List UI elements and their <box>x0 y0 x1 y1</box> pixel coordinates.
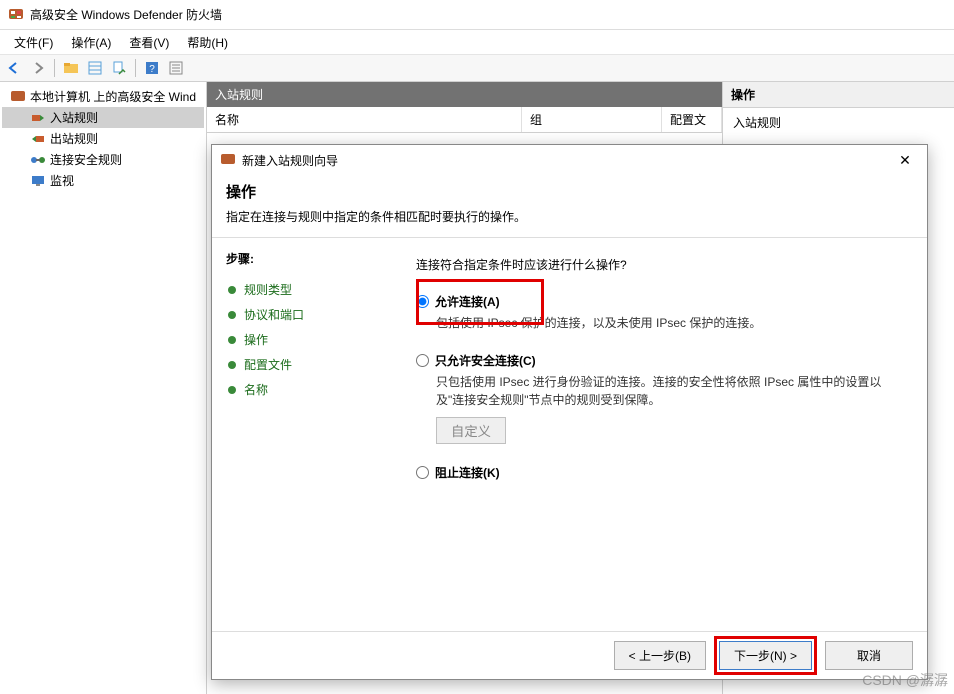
option-allow: 允许连接(A) 包括使用 IPsec 保护的连接，以及未使用 IPsec 保护的… <box>416 293 903 332</box>
highlight-next: 下一步(N) > <box>714 636 817 675</box>
wizard-subheading: 指定在连接与规则中指定的条件相匹配时要执行的操作。 <box>226 208 913 225</box>
label-block[interactable]: 阻止连接(K) <box>435 464 500 481</box>
toolbar-separator <box>54 59 55 77</box>
wizard-footer: < 上一步(B) 下一步(N) > 取消 <box>212 631 927 679</box>
cancel-button[interactable]: 取消 <box>825 641 913 670</box>
svg-text:?: ? <box>149 64 155 75</box>
step-profile[interactable]: 配置文件 <box>226 352 384 377</box>
next-button[interactable]: 下一步(N) > <box>719 641 812 670</box>
option-secure: 只允许安全连接(C) 只包括使用 IPsec 进行身份验证的连接。连接的安全性将… <box>416 352 903 444</box>
tree-inbound-rules[interactable]: 入站规则 <box>2 107 204 128</box>
window-title: 高级安全 Windows Defender 防火墙 <box>30 6 222 23</box>
wizard-icon <box>220 152 236 168</box>
actions-header: 操作 <box>723 82 954 108</box>
wizard-title: 新建入站规则向导 <box>242 152 338 169</box>
step-rule-type[interactable]: 规则类型 <box>226 277 384 302</box>
col-profile[interactable]: 配置文 <box>662 107 722 132</box>
help-icon[interactable]: ? <box>142 58 162 78</box>
wizard-titlebar: 新建入站规则向导 ✕ <box>212 145 927 175</box>
tree-outbound-rules[interactable]: 出站规则 <box>2 128 204 149</box>
tree-monitor[interactable]: 监视 <box>2 170 204 191</box>
label-allow[interactable]: 允许连接(A) <box>435 293 500 310</box>
option-block: 阻止连接(K) <box>416 464 903 481</box>
desc-allow: 包括使用 IPsec 保护的连接，以及未使用 IPsec 保护的连接。 <box>436 314 903 332</box>
actions-sub: 入站规则 <box>723 108 954 137</box>
menu-action[interactable]: 操作(A) <box>63 32 119 53</box>
tree-root[interactable]: 本地计算机 上的高级安全 Wind <box>2 86 204 107</box>
radio-secure[interactable] <box>416 354 429 367</box>
app-icon <box>8 7 24 23</box>
wizard-header: 操作 指定在连接与规则中指定的条件相匹配时要执行的操作。 <box>212 175 927 237</box>
menu-file[interactable]: 文件(F) <box>6 32 61 53</box>
wizard-dialog: 新建入站规则向导 ✕ 操作 指定在连接与规则中指定的条件相匹配时要执行的操作。 … <box>211 144 928 680</box>
details-icon[interactable] <box>166 58 186 78</box>
col-group[interactable]: 组 <box>522 107 662 132</box>
wizard-steps: 步骤: 规则类型 协议和端口 操作 配置文件 名称 <box>212 238 392 631</box>
connsec-icon <box>30 152 46 168</box>
window-titlebar: 高级安全 Windows Defender 防火墙 <box>0 0 954 30</box>
nav-tree: 本地计算机 上的高级安全 Wind 入站规则 出站规则 连接安全规则 监视 <box>0 82 207 694</box>
toolbar: ? <box>0 54 954 82</box>
monitor-icon <box>30 173 46 189</box>
menubar: 文件(F) 操作(A) 查看(V) 帮助(H) <box>0 30 954 54</box>
menu-view[interactable]: 查看(V) <box>121 32 177 53</box>
label-secure[interactable]: 只允许安全连接(C) <box>435 352 536 369</box>
bullet-icon <box>226 309 238 321</box>
forward-icon[interactable] <box>28 58 48 78</box>
bullet-icon <box>226 359 238 371</box>
close-icon[interactable]: ✕ <box>891 149 919 171</box>
col-name[interactable]: 名称 <box>207 107 522 132</box>
tree-conn-security[interactable]: 连接安全规则 <box>2 149 204 170</box>
bullet-icon <box>226 334 238 346</box>
back-icon[interactable] <box>4 58 24 78</box>
bullet-icon <box>226 284 238 296</box>
wizard-main: 连接符合指定条件时应该进行什么操作? 允许连接(A) 包括使用 IPsec 保护… <box>392 238 927 631</box>
step-name[interactable]: 名称 <box>226 377 384 402</box>
steps-header: 步骤: <box>226 250 384 267</box>
list-header: 入站规则 <box>207 82 722 107</box>
radio-allow[interactable] <box>416 295 429 308</box>
step-protocol[interactable]: 协议和端口 <box>226 302 384 327</box>
shield-icon <box>10 89 26 105</box>
list-columns: 名称 组 配置文 <box>207 107 722 133</box>
step-action[interactable]: 操作 <box>226 327 384 352</box>
wizard-heading: 操作 <box>226 181 913 202</box>
menu-help[interactable]: 帮助(H) <box>179 32 236 53</box>
list-icon[interactable] <box>85 58 105 78</box>
wizard-question: 连接符合指定条件时应该进行什么操作? <box>416 256 903 273</box>
toolbar-separator <box>135 59 136 77</box>
export-icon[interactable] <box>109 58 129 78</box>
wizard-body: 步骤: 规则类型 协议和端口 操作 配置文件 名称 连接符合指定条件时应该进行什… <box>212 237 927 631</box>
desc-secure: 只包括使用 IPsec 进行身份验证的连接。连接的安全性将依照 IPsec 属性… <box>436 373 903 409</box>
custom-button: 自定义 <box>436 417 506 444</box>
bullet-icon <box>226 384 238 396</box>
radio-block[interactable] <box>416 466 429 479</box>
outbound-icon <box>30 131 46 147</box>
inbound-icon <box>30 110 46 126</box>
folder-icon[interactable] <box>61 58 81 78</box>
back-button[interactable]: < 上一步(B) <box>614 641 706 670</box>
